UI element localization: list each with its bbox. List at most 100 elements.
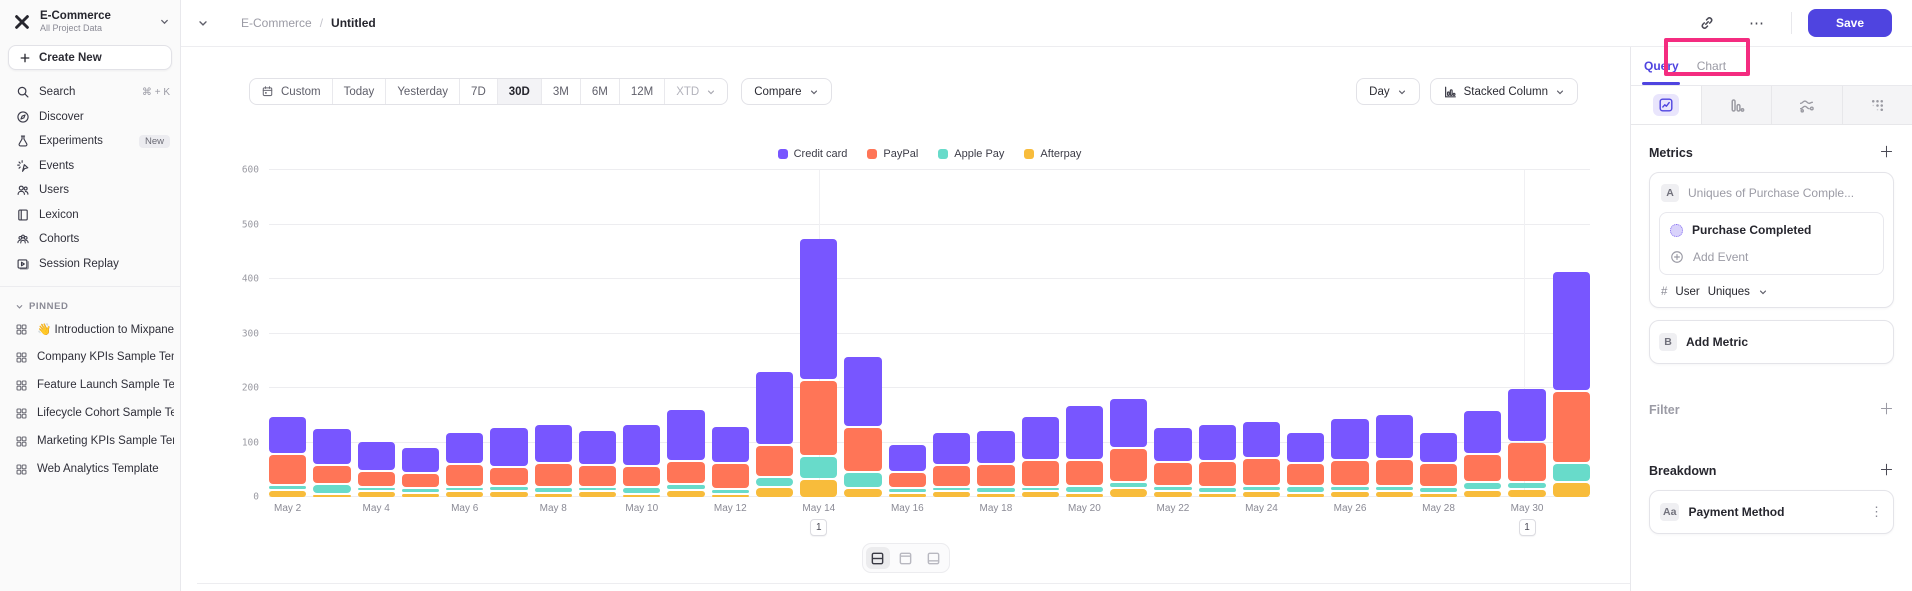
bar-segment[interactable]	[933, 466, 970, 486]
bar-segment[interactable]	[844, 489, 881, 497]
bar-segment[interactable]	[756, 478, 793, 486]
bar-segment[interactable]	[1022, 492, 1059, 497]
bar-segment[interactable]	[490, 428, 527, 466]
bar-segment[interactable]	[446, 488, 483, 491]
bar-segment[interactable]	[535, 488, 572, 491]
date-range-30d[interactable]: 30D	[497, 79, 541, 104]
bar-segment[interactable]	[579, 492, 616, 497]
layout-chart-only-icon[interactable]	[894, 547, 918, 569]
bar-segment[interactable]	[1066, 461, 1103, 485]
date-range-12m[interactable]: 12M	[619, 79, 664, 104]
bar-segment[interactable]	[1420, 488, 1457, 492]
annotation-count-badge[interactable]: 1	[810, 519, 827, 536]
bar-column[interactable]	[1376, 170, 1413, 497]
bar-segment[interactable]	[358, 472, 395, 486]
create-new-button[interactable]: Create New	[8, 45, 172, 70]
bar-segment[interactable]	[933, 488, 970, 491]
pinned-board-item[interactable]: 👋 Introduction to Mixpanel Bo	[0, 315, 180, 343]
bar-segment[interactable]	[844, 428, 881, 471]
bar-segment[interactable]	[1110, 483, 1147, 488]
bar-segment[interactable]	[358, 442, 395, 470]
add-filter-plus-icon[interactable]: ＋	[1879, 402, 1894, 417]
bar-segment[interactable]	[490, 492, 527, 497]
tab-flows[interactable]	[1772, 86, 1843, 124]
sidebar-item-users[interactable]: Users	[0, 178, 180, 203]
bar-column[interactable]	[358, 170, 395, 497]
bar-segment[interactable]	[1243, 492, 1280, 497]
bar-segment[interactable]	[889, 473, 926, 487]
bar-segment[interactable]	[402, 474, 439, 487]
bar-column[interactable]	[1022, 170, 1059, 497]
project-switcher[interactable]: E-Commerce All Project Data	[0, 0, 180, 41]
bar-column[interactable]	[623, 170, 660, 497]
aggregation-row[interactable]: # User Uniques	[1659, 286, 1884, 298]
bar-segment[interactable]	[1331, 492, 1368, 497]
sidebar-item-events[interactable]: Events	[0, 154, 180, 179]
bar-segment[interactable]	[1287, 494, 1324, 497]
bar-segment[interactable]	[1110, 489, 1147, 497]
breadcrumb-project[interactable]: E-Commerce	[241, 16, 312, 30]
bar-segment[interactable]	[313, 485, 350, 492]
bar-segment[interactable]	[1243, 459, 1280, 485]
collapse-header-icon[interactable]	[197, 17, 209, 29]
bar-column[interactable]	[1508, 170, 1545, 497]
bar-column[interactable]	[402, 170, 439, 497]
bar-segment[interactable]	[313, 429, 350, 464]
bar-segment[interactable]	[1154, 492, 1191, 497]
bar-segment[interactable]	[1553, 464, 1590, 481]
breakdown-menu-icon[interactable]: ⋮	[1870, 504, 1883, 520]
bar-column[interactable]	[269, 170, 306, 497]
bar-segment[interactable]	[889, 445, 926, 471]
bar-segment[interactable]	[1022, 461, 1059, 486]
bar-segment[interactable]	[667, 485, 704, 488]
add-event-row[interactable]: Add Event	[1670, 250, 1873, 264]
bar-column[interactable]	[579, 170, 616, 497]
tab-retention[interactable]	[1843, 86, 1912, 124]
bar-segment[interactable]	[1553, 483, 1590, 497]
bar-column[interactable]	[446, 170, 483, 497]
bar-segment[interactable]	[1331, 419, 1368, 458]
bar-column[interactable]	[313, 170, 350, 497]
bar-segment[interactable]	[1331, 487, 1368, 490]
bar-column[interactable]	[1066, 170, 1103, 497]
bar-segment[interactable]	[1287, 487, 1324, 492]
bar-segment[interactable]	[1243, 487, 1280, 490]
bar-segment[interactable]	[1154, 463, 1191, 486]
legend-item[interactable]: Credit card	[778, 146, 848, 161]
bar-segment[interactable]	[623, 495, 660, 498]
bar-segment[interactable]	[446, 433, 483, 463]
bar-column[interactable]	[977, 170, 1014, 497]
bar-segment[interactable]	[1199, 425, 1236, 460]
bar-segment[interactable]	[446, 465, 483, 486]
sidebar-item-discover[interactable]: Discover	[0, 105, 180, 130]
bar-segment[interactable]	[1508, 443, 1545, 481]
bar-segment[interactable]	[1508, 389, 1545, 440]
bar-segment[interactable]	[1110, 449, 1147, 481]
bar-segment[interactable]	[1287, 433, 1324, 463]
bar-segment[interactable]	[535, 494, 572, 497]
bar-column[interactable]	[844, 170, 881, 497]
bar-segment[interactable]	[1420, 433, 1457, 462]
bar-segment[interactable]	[623, 488, 660, 493]
bar-segment[interactable]	[1154, 428, 1191, 461]
bar-segment[interactable]	[800, 239, 837, 379]
bar-column[interactable]	[889, 170, 926, 497]
bar-segment[interactable]	[1553, 392, 1590, 462]
bar-segment[interactable]	[977, 494, 1014, 497]
bar-segment[interactable]	[1066, 406, 1103, 459]
sidebar-item-session-replay[interactable]: Session Replay	[0, 252, 180, 277]
bar-segment[interactable]	[1464, 483, 1501, 489]
bar-segment[interactable]	[535, 464, 572, 487]
more-options-button[interactable]: ⋯	[1743, 9, 1771, 37]
annotation-count-badge[interactable]: 1	[1519, 519, 1536, 536]
tab-chart[interactable]: Chart	[1695, 59, 1728, 73]
bar-segment[interactable]	[1464, 491, 1501, 497]
granularity-dropdown[interactable]: Day	[1356, 78, 1419, 105]
bar-segment[interactable]	[800, 457, 837, 478]
bar-segment[interactable]	[844, 357, 881, 426]
bar-segment[interactable]	[1420, 464, 1457, 485]
bar-segment[interactable]	[1243, 422, 1280, 457]
breadcrumb-page-title[interactable]: Untitled	[331, 16, 376, 30]
pinned-board-item[interactable]: Web Analytics Template	[0, 455, 180, 483]
bar-column[interactable]	[1154, 170, 1191, 497]
